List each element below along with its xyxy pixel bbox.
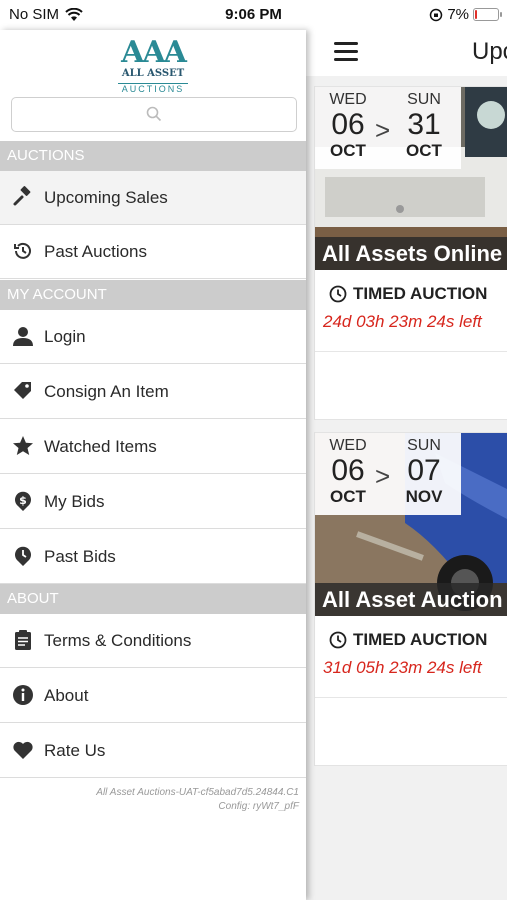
user-icon <box>13 327 33 346</box>
start-day: 06 <box>331 454 365 487</box>
menu-item-past-auctions[interactable]: Past Auctions <box>0 225 306 279</box>
auction-name: All Asset Auction <box>315 583 507 616</box>
auction-type-label: TIMED AUCTION <box>353 284 488 303</box>
main-header: Upc <box>306 30 507 76</box>
menu-label: Upcoming Sales <box>44 188 168 207</box>
build-info-line1: All Asset Auctions-UAT-cf5abad7d5.24844.… <box>96 787 299 798</box>
past-bid-marker-icon <box>15 546 31 566</box>
menu-icon[interactable] <box>334 42 358 62</box>
menu-label: My Bids <box>44 492 105 511</box>
auction-type: TIMED AUCTION <box>329 630 487 650</box>
menu-item-consign[interactable]: Consign An Item <box>0 365 306 419</box>
auction-type-label: TIMED AUCTION <box>353 630 488 649</box>
menu-item-login[interactable]: Login <box>0 310 306 364</box>
menu-label: Consign An Item <box>44 382 169 401</box>
logo: AAA ALL ASSET AUCTIONS <box>0 38 306 97</box>
time-left: 24d 03h 23m 24s left <box>323 312 482 331</box>
end-dow: SUN <box>407 437 441 454</box>
search-input[interactable] <box>11 97 297 132</box>
divider <box>315 697 507 698</box>
build-info: All Asset Auctions-UAT-cf5abad7d5.24844.… <box>96 786 299 814</box>
end-day: 31 <box>407 108 441 141</box>
build-info-line2: Config: ryWt7_pfF <box>218 801 299 812</box>
date-separator: > <box>375 461 391 491</box>
logo-mark: AAA <box>121 35 187 70</box>
info-icon <box>13 685 33 705</box>
main-content: Upc WED 06 OCT > SUN 31 OC <box>306 30 507 900</box>
clock-icon <box>329 631 347 649</box>
section-header-auctions: AUCTIONS <box>0 141 306 171</box>
menu-item-watched[interactable]: Watched Items <box>0 420 306 474</box>
date-range: WED 06 OCT > SUN 07 NOV <box>315 433 461 515</box>
bid-marker-icon: $ <box>15 491 31 511</box>
start-dow: WED <box>329 437 367 454</box>
menu-item-terms[interactable]: Terms & Conditions <box>0 614 306 668</box>
end-day: 07 <box>407 454 441 487</box>
menu-label: Login <box>44 327 86 346</box>
menu-label: Past Bids <box>44 547 116 566</box>
menu-item-about[interactable]: About <box>0 669 306 723</box>
svg-text:$: $ <box>19 494 27 507</box>
page-title: Upc <box>472 38 507 65</box>
menu-label: About <box>44 686 89 705</box>
auction-name: All Assets Online <box>315 237 507 270</box>
end-dow: SUN <box>407 91 441 108</box>
clipboard-icon <box>15 630 31 650</box>
logo-name: ALL ASSET <box>121 68 185 79</box>
auction-card[interactable]: WED 06 OCT > SUN 07 NOV All Asset Auctio… <box>314 432 507 766</box>
start-month: OCT <box>330 487 366 506</box>
star-icon <box>13 436 33 455</box>
tag-icon <box>14 382 31 399</box>
time-left: 31d 05h 23m 24s left <box>323 658 482 677</box>
menu-label: Terms & Conditions <box>44 631 192 650</box>
history-icon <box>14 242 31 259</box>
start-month: OCT <box>330 141 366 160</box>
menu-label: Rate Us <box>44 741 106 760</box>
section-header-about: ABOUT <box>0 584 306 614</box>
menu-label: Past Auctions <box>44 242 148 261</box>
battery-percent: 7% <box>447 6 469 23</box>
navigation-drawer: AAA ALL ASSET AUCTIONS AUCTIONS Upcoming… <box>0 30 306 900</box>
end-month: OCT <box>406 141 442 160</box>
auction-card[interactable]: WED 06 OCT > SUN 31 OCT All Assets Onlin… <box>314 86 507 420</box>
auction-type: TIMED AUCTION <box>329 284 487 304</box>
clock-icon <box>329 285 347 303</box>
date-range: WED 06 OCT > SUN 31 OCT <box>315 87 461 169</box>
start-day: 06 <box>331 108 365 141</box>
divider <box>315 351 507 352</box>
menu-item-upcoming-sales[interactable]: Upcoming Sales <box>0 171 306 225</box>
heart-icon <box>13 741 33 759</box>
gavel-icon <box>13 186 31 206</box>
menu-item-past-bids[interactable]: Past Bids <box>0 530 306 584</box>
search-icon <box>146 106 162 122</box>
menu-label: Watched Items <box>44 437 157 456</box>
orientation-lock-icon <box>430 8 443 21</box>
battery-icon <box>473 8 502 21</box>
menu-item-my-bids[interactable]: $ My Bids <box>0 475 306 529</box>
logo-sub: AUCTIONS <box>117 83 189 95</box>
section-header-my-account: MY ACCOUNT <box>0 280 306 310</box>
status-bar: No SIM 9:06 PM 7% <box>0 0 507 30</box>
start-dow: WED <box>329 91 367 108</box>
menu-item-rate-us[interactable]: Rate Us <box>0 724 306 778</box>
end-month: NOV <box>405 487 443 506</box>
date-separator: > <box>375 115 391 145</box>
